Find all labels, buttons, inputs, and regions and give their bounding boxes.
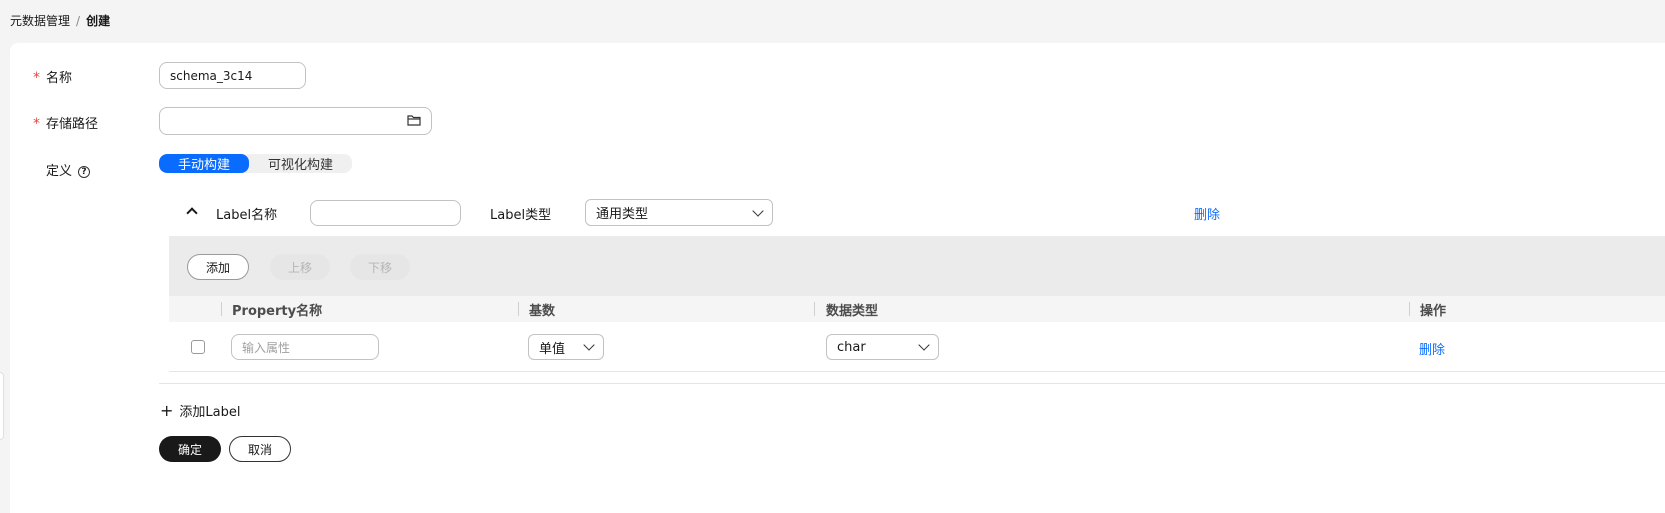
question-circle-icon[interactable]: ? xyxy=(78,165,91,178)
folder-icon[interactable] xyxy=(407,114,421,129)
property-table-header: Property名称 基数 数据类型 操作 xyxy=(169,296,1665,322)
data-type-select[interactable]: char xyxy=(826,334,939,360)
column-header-cardinality: 基数 xyxy=(529,303,556,319)
column-divider xyxy=(518,302,519,316)
name-label: * 名称 xyxy=(33,67,72,86)
column-header-action: 操作 xyxy=(1420,303,1447,319)
plus-icon: + xyxy=(160,400,174,420)
breadcrumb-current: 创建 xyxy=(86,14,111,28)
cancel-button[interactable]: 取消 xyxy=(229,436,291,462)
row-checkbox[interactable] xyxy=(191,340,205,354)
cardinality-value: 单值 xyxy=(539,341,566,357)
add-label-link[interactable]: + 添加Label xyxy=(160,401,240,420)
chevron-down-icon xyxy=(752,204,764,217)
row-divider xyxy=(169,371,1665,372)
property-delete-link[interactable]: 删除 xyxy=(1419,339,1445,358)
label-type-value: 通用类型 xyxy=(596,207,649,222)
label-type-select[interactable]: 通用类型 xyxy=(585,199,773,226)
confirm-button[interactable]: 确定 xyxy=(159,436,221,462)
property-name-input[interactable]: 输入属性 xyxy=(231,334,379,360)
add-label-text: 添加Label xyxy=(179,405,241,420)
column-divider xyxy=(814,302,815,316)
move-down-button[interactable]: 下移 xyxy=(350,254,410,280)
name-input-value: schema_3c14 xyxy=(170,68,253,83)
add-property-button[interactable]: 添加 xyxy=(187,254,249,280)
definition-label-text: 定义 xyxy=(46,164,73,179)
definition-label: 定义? xyxy=(46,160,91,179)
required-mark: * xyxy=(33,116,40,132)
column-divider xyxy=(221,302,222,316)
column-header-property: Property名称 xyxy=(232,303,323,319)
name-input[interactable]: schema_3c14 xyxy=(159,62,306,89)
label-delete-link[interactable]: 删除 xyxy=(1194,204,1220,223)
side-collapse-handle[interactable] xyxy=(0,373,3,439)
column-divider xyxy=(1409,302,1410,316)
tab-manual-build[interactable]: 手动构建 xyxy=(159,154,250,173)
label-type-label: Label类型 xyxy=(490,208,552,223)
build-mode-switch: 手动构建 可视化构建 xyxy=(159,154,353,173)
property-name-placeholder: 输入属性 xyxy=(242,340,291,355)
breadcrumb: 元数据管理 / 创建 xyxy=(10,12,110,29)
name-label-text: 名称 xyxy=(46,71,73,86)
path-input[interactable] xyxy=(159,107,432,135)
column-header-data-type: 数据类型 xyxy=(826,303,879,319)
required-mark: * xyxy=(33,70,40,86)
label-name-label: Label名称 xyxy=(216,208,278,223)
data-type-value: char xyxy=(837,339,866,355)
breadcrumb-parent[interactable]: 元数据管理 xyxy=(10,14,70,28)
label-name-input[interactable] xyxy=(310,200,461,226)
chevron-down-icon xyxy=(918,339,930,351)
path-label-text: 存储路径 xyxy=(46,117,99,132)
chevron-down-icon xyxy=(583,339,595,351)
section-divider xyxy=(159,383,1665,384)
cardinality-select[interactable]: 单值 xyxy=(528,334,604,360)
tab-visual-build[interactable]: 可视化构建 xyxy=(249,154,352,173)
path-label: * 存储路径 xyxy=(33,113,98,132)
move-up-button[interactable]: 上移 xyxy=(270,254,330,280)
breadcrumb-separator: / xyxy=(76,14,81,28)
